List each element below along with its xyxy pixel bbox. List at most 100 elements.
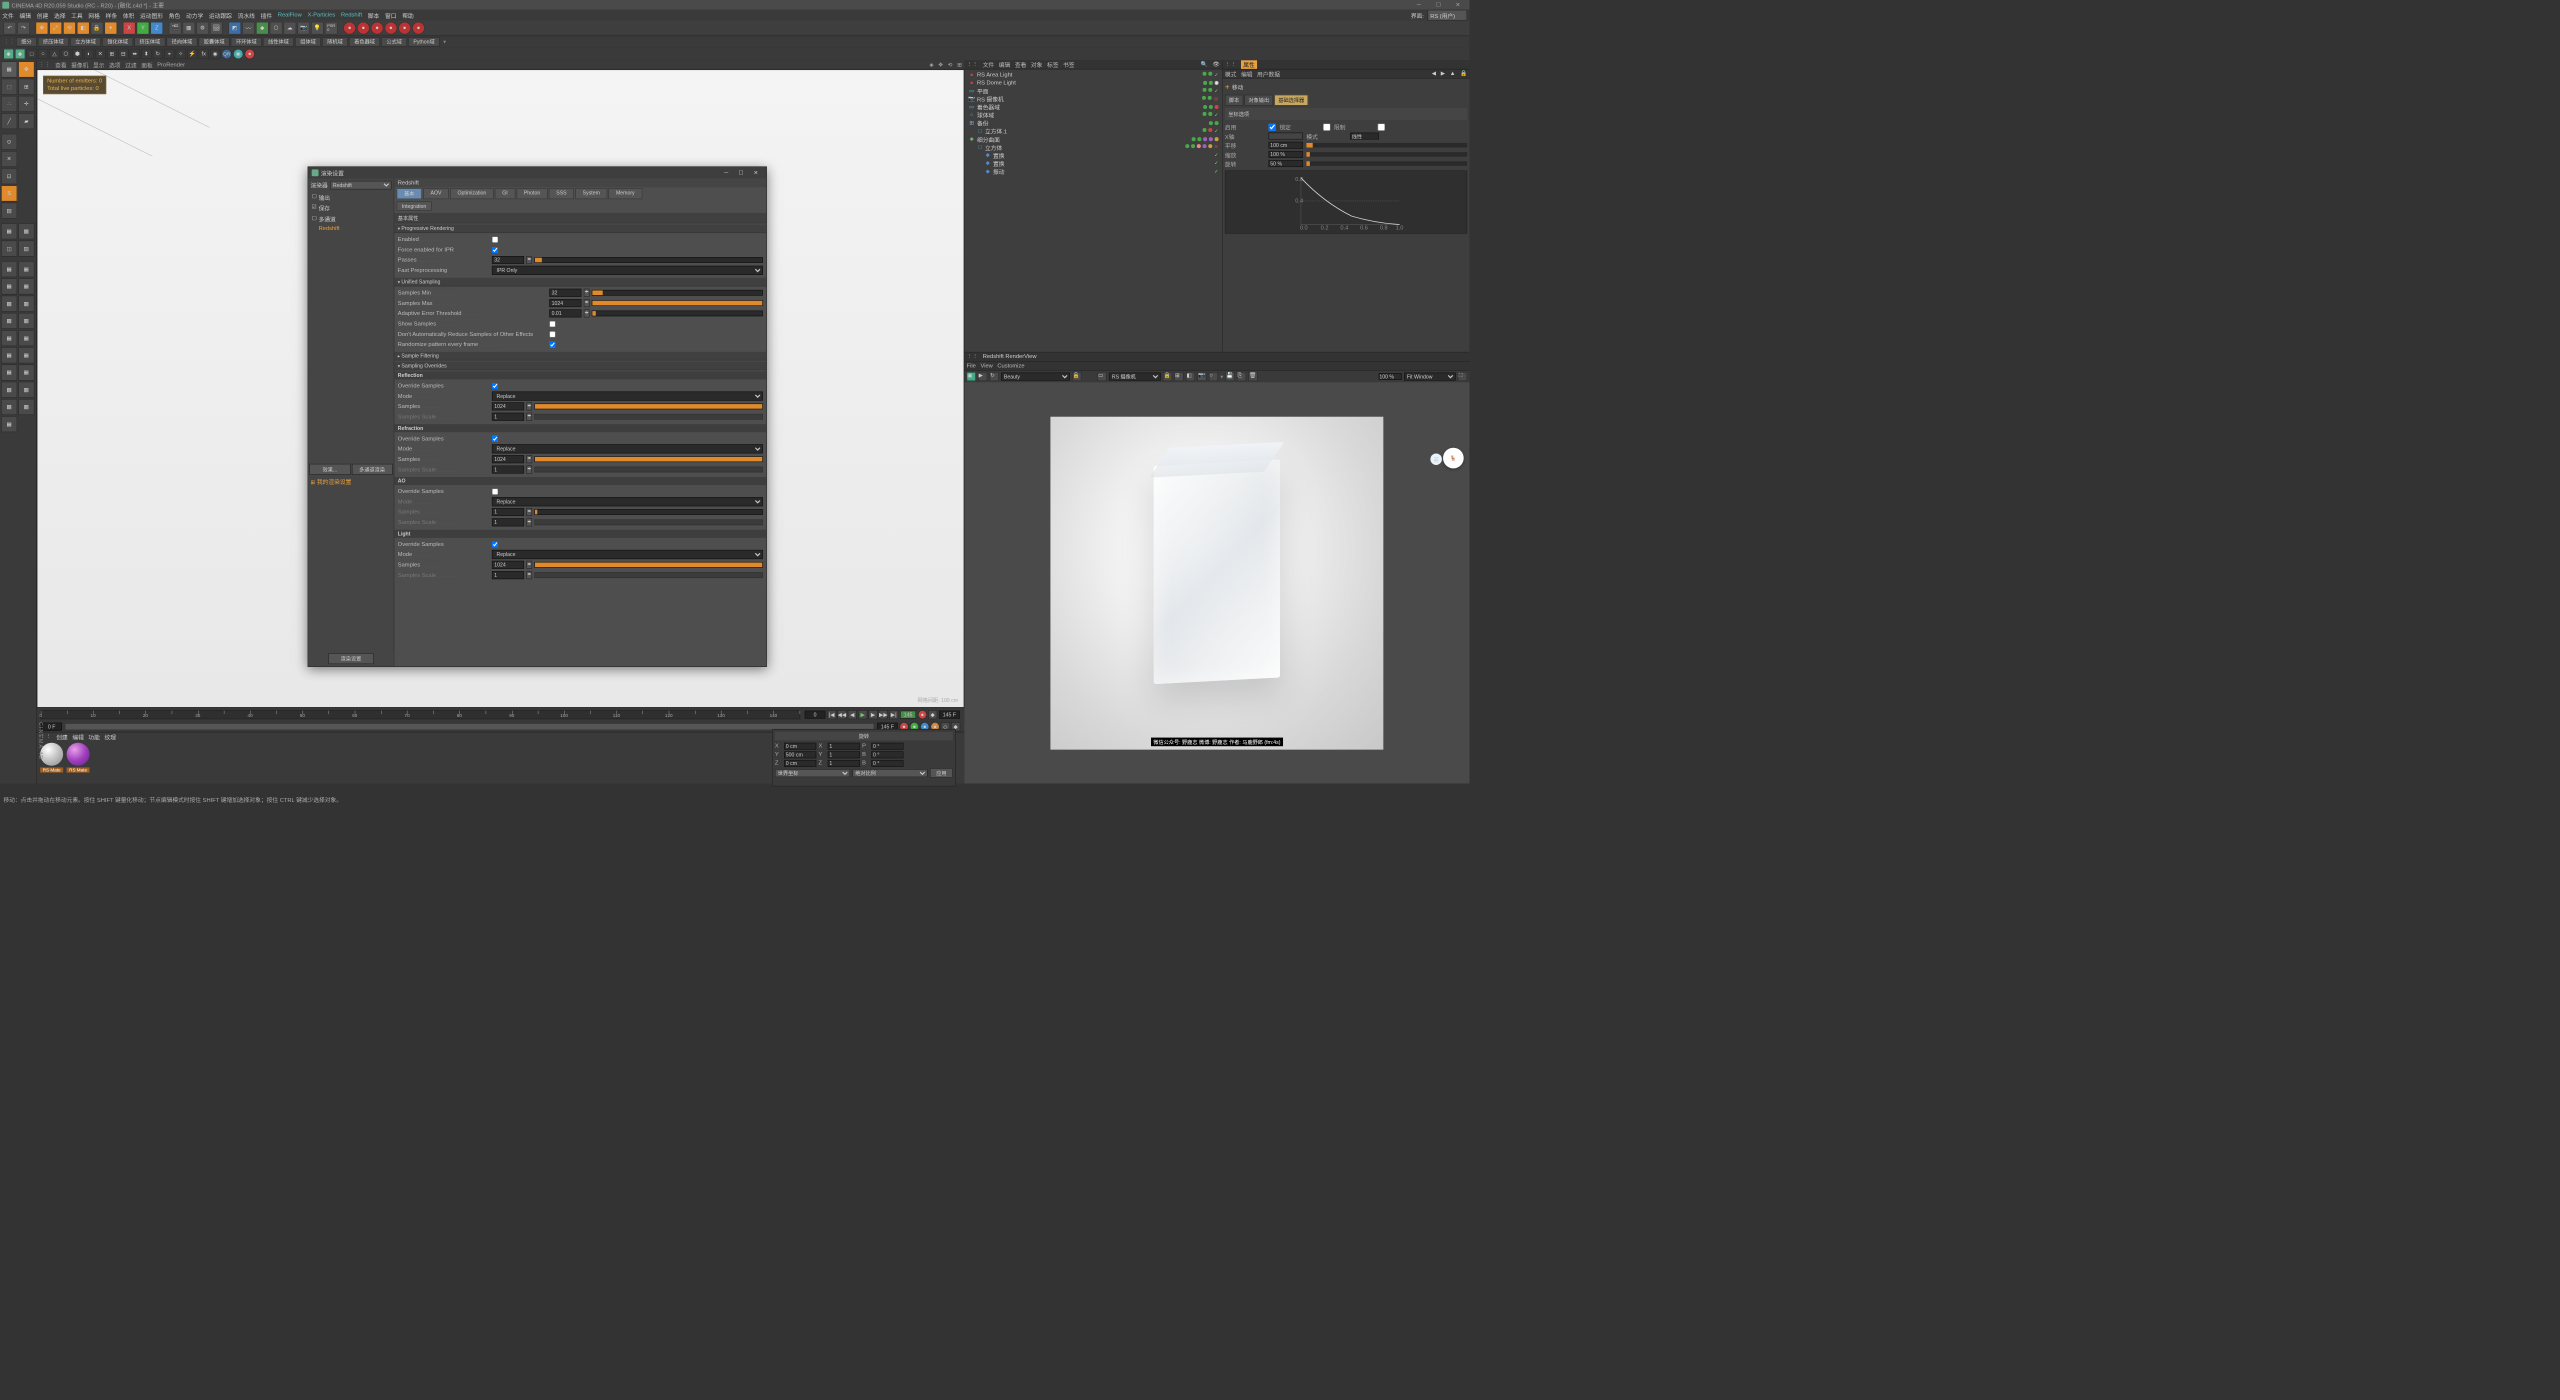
tl-prev-key[interactable]: ◀◀: [837, 710, 846, 719]
snap-intersect[interactable]: ✕: [1, 151, 17, 167]
vp-camera[interactable]: 摄像机: [71, 61, 88, 70]
stool-16[interactable]: ✧: [176, 49, 186, 59]
dialog-close[interactable]: ✕: [749, 170, 763, 176]
rv-zoom[interactable]: [1379, 373, 1402, 380]
rtab-photon[interactable]: Photon: [516, 188, 547, 199]
val-smin[interactable]: [549, 289, 581, 297]
rv-del-icon[interactable]: 🗑: [1248, 372, 1257, 381]
vis-dot[interactable]: [1209, 128, 1213, 132]
tex-18[interactable]: ▦: [18, 399, 34, 415]
stool-15[interactable]: ⌖: [164, 49, 174, 59]
rtab-basic[interactable]: 基本: [397, 188, 422, 199]
palette-btn-4[interactable]: 挤压体域: [134, 37, 165, 46]
coord-pos[interactable]: [784, 760, 816, 767]
slider-ao-samples[interactable]: [534, 509, 762, 515]
stool-9[interactable]: ✕: [95, 49, 105, 59]
tl-frame-indicator[interactable]: [900, 711, 916, 719]
spin-smin[interactable]: ◂▸: [584, 289, 590, 297]
attr-opt-2-check[interactable]: [1378, 123, 1385, 130]
palette-btn-13[interactable]: Python域: [408, 37, 440, 46]
left-item-multipass[interactable]: ▢多通道: [308, 214, 394, 225]
vp-grip[interactable]: ⋮⋮: [39, 62, 50, 68]
vp-nav-1[interactable]: ◈: [929, 62, 933, 68]
sec-overrides[interactable]: Sampling Overrides: [394, 362, 766, 371]
objh-search-icon[interactable]: 🔍: [1201, 61, 1208, 67]
palette-grip[interactable]: ⋮⋮: [3, 39, 14, 45]
rv-refresh-icon[interactable]: ↻: [990, 372, 999, 381]
val-light-samples[interactable]: [492, 561, 524, 569]
palette-more-icon[interactable]: ▾: [443, 39, 446, 45]
mode-texture[interactable]: ⬚: [1, 79, 17, 95]
tex-2[interactable]: ▦: [18, 261, 34, 277]
val-reflection-scale[interactable]: [492, 413, 524, 421]
vis-dot[interactable]: [1192, 137, 1196, 141]
stool-3[interactable]: □: [26, 49, 36, 59]
spin-ao[interactable]: ◂▸: [526, 508, 532, 516]
objh-view[interactable]: 查看: [1015, 60, 1026, 69]
menu-dynamics[interactable]: 动力学: [186, 11, 203, 20]
palette-btn-8[interactable]: 线性体域: [263, 37, 294, 46]
sel-light-mode[interactable]: Replace: [492, 550, 763, 559]
scale-tool[interactable]: ⤢: [49, 22, 62, 35]
render-pic[interactable]: 🎬: [169, 22, 182, 35]
palette-btn-1[interactable]: 挤压体域: [38, 37, 69, 46]
sel-refraction-mode[interactable]: Replace: [492, 444, 763, 453]
my-render-settings[interactable]: ⊞ 我的渲染设置: [308, 476, 394, 487]
mode-poly[interactable]: ▰: [18, 113, 34, 129]
palette-btn-11[interactable]: 着色器域: [349, 37, 380, 46]
tag-check-icon[interactable]: ✓: [1214, 88, 1218, 94]
attr-f0-input[interactable]: [1269, 133, 1303, 140]
menu-realflow[interactable]: RealFlow: [278, 12, 302, 18]
menu-tracking[interactable]: 运动跟踪: [209, 11, 232, 20]
coord-rot[interactable]: [871, 742, 903, 749]
rtab-aov[interactable]: AOV: [423, 188, 449, 199]
coord-pos[interactable]: [784, 742, 816, 749]
stool-7[interactable]: ⬢: [72, 49, 82, 59]
chk-rand[interactable]: [549, 341, 555, 347]
attr-f2-input[interactable]: [1269, 151, 1303, 158]
snap-s[interactable]: S: [1, 185, 17, 201]
tl-range-start[interactable]: [41, 723, 62, 731]
vis-dot[interactable]: [1203, 112, 1207, 116]
mode-edge[interactable]: ╱: [1, 113, 17, 129]
tex-9[interactable]: ▦: [1, 330, 17, 346]
close-button[interactable]: ✕: [1449, 2, 1467, 8]
rv-customize[interactable]: Customize: [997, 363, 1024, 369]
tex-4[interactable]: ▦: [18, 278, 34, 294]
vp-nav-2[interactable]: ✥: [938, 62, 943, 68]
rv-camera-select[interactable]: RS 摄像机: [1109, 373, 1161, 381]
rv-play-icon[interactable]: ▶: [978, 372, 987, 381]
vp-display[interactable]: 显示: [93, 61, 104, 70]
vis-dot[interactable]: [1209, 121, 1213, 125]
stool-10[interactable]: ⊞: [107, 49, 117, 59]
snap-workplane[interactable]: ⊡: [1, 168, 17, 184]
add-spline[interactable]: 〰: [242, 22, 255, 35]
snap-guide[interactable]: ▤: [1, 203, 17, 219]
rv-expand-icon[interactable]: ⛶: [1458, 372, 1467, 381]
recent-tool[interactable]: ◧: [77, 22, 90, 35]
vis-dot[interactable]: [1203, 105, 1207, 109]
ext-3[interactable]: ◫: [1, 241, 17, 257]
record-btn-2[interactable]: ●: [357, 22, 370, 35]
vis-dot[interactable]: [1209, 71, 1213, 75]
vp-view[interactable]: 查看: [55, 61, 66, 70]
tex-14[interactable]: ▦: [18, 364, 34, 380]
tex-16[interactable]: ▦: [18, 382, 34, 398]
left-item-redshift[interactable]: Redshift: [308, 224, 394, 233]
tex-19[interactable]: ▦: [1, 416, 17, 432]
attrh-lock-icon[interactable]: 🔒: [1460, 71, 1467, 77]
obj-grip[interactable]: ⋮⋮: [967, 61, 978, 67]
dialog-maximize[interactable]: ☐: [734, 170, 748, 176]
menu-edit[interactable]: 编辑: [20, 11, 31, 20]
tex-3[interactable]: ▦: [1, 278, 17, 294]
tex-5[interactable]: ▦: [1, 296, 17, 312]
mat-func[interactable]: 功能: [88, 732, 99, 741]
objh-file[interactable]: 文件: [983, 60, 994, 69]
stool-6[interactable]: ⬡: [61, 49, 71, 59]
vis-dot[interactable]: [1208, 96, 1212, 100]
attrh-fwd-icon[interactable]: ▶: [1441, 71, 1445, 77]
coord-toggle[interactable]: ✦: [104, 22, 117, 35]
coord-scl[interactable]: [828, 751, 860, 758]
renderer-select[interactable]: Redshift: [330, 181, 391, 190]
menu-mograph[interactable]: 运动图形: [140, 11, 163, 20]
